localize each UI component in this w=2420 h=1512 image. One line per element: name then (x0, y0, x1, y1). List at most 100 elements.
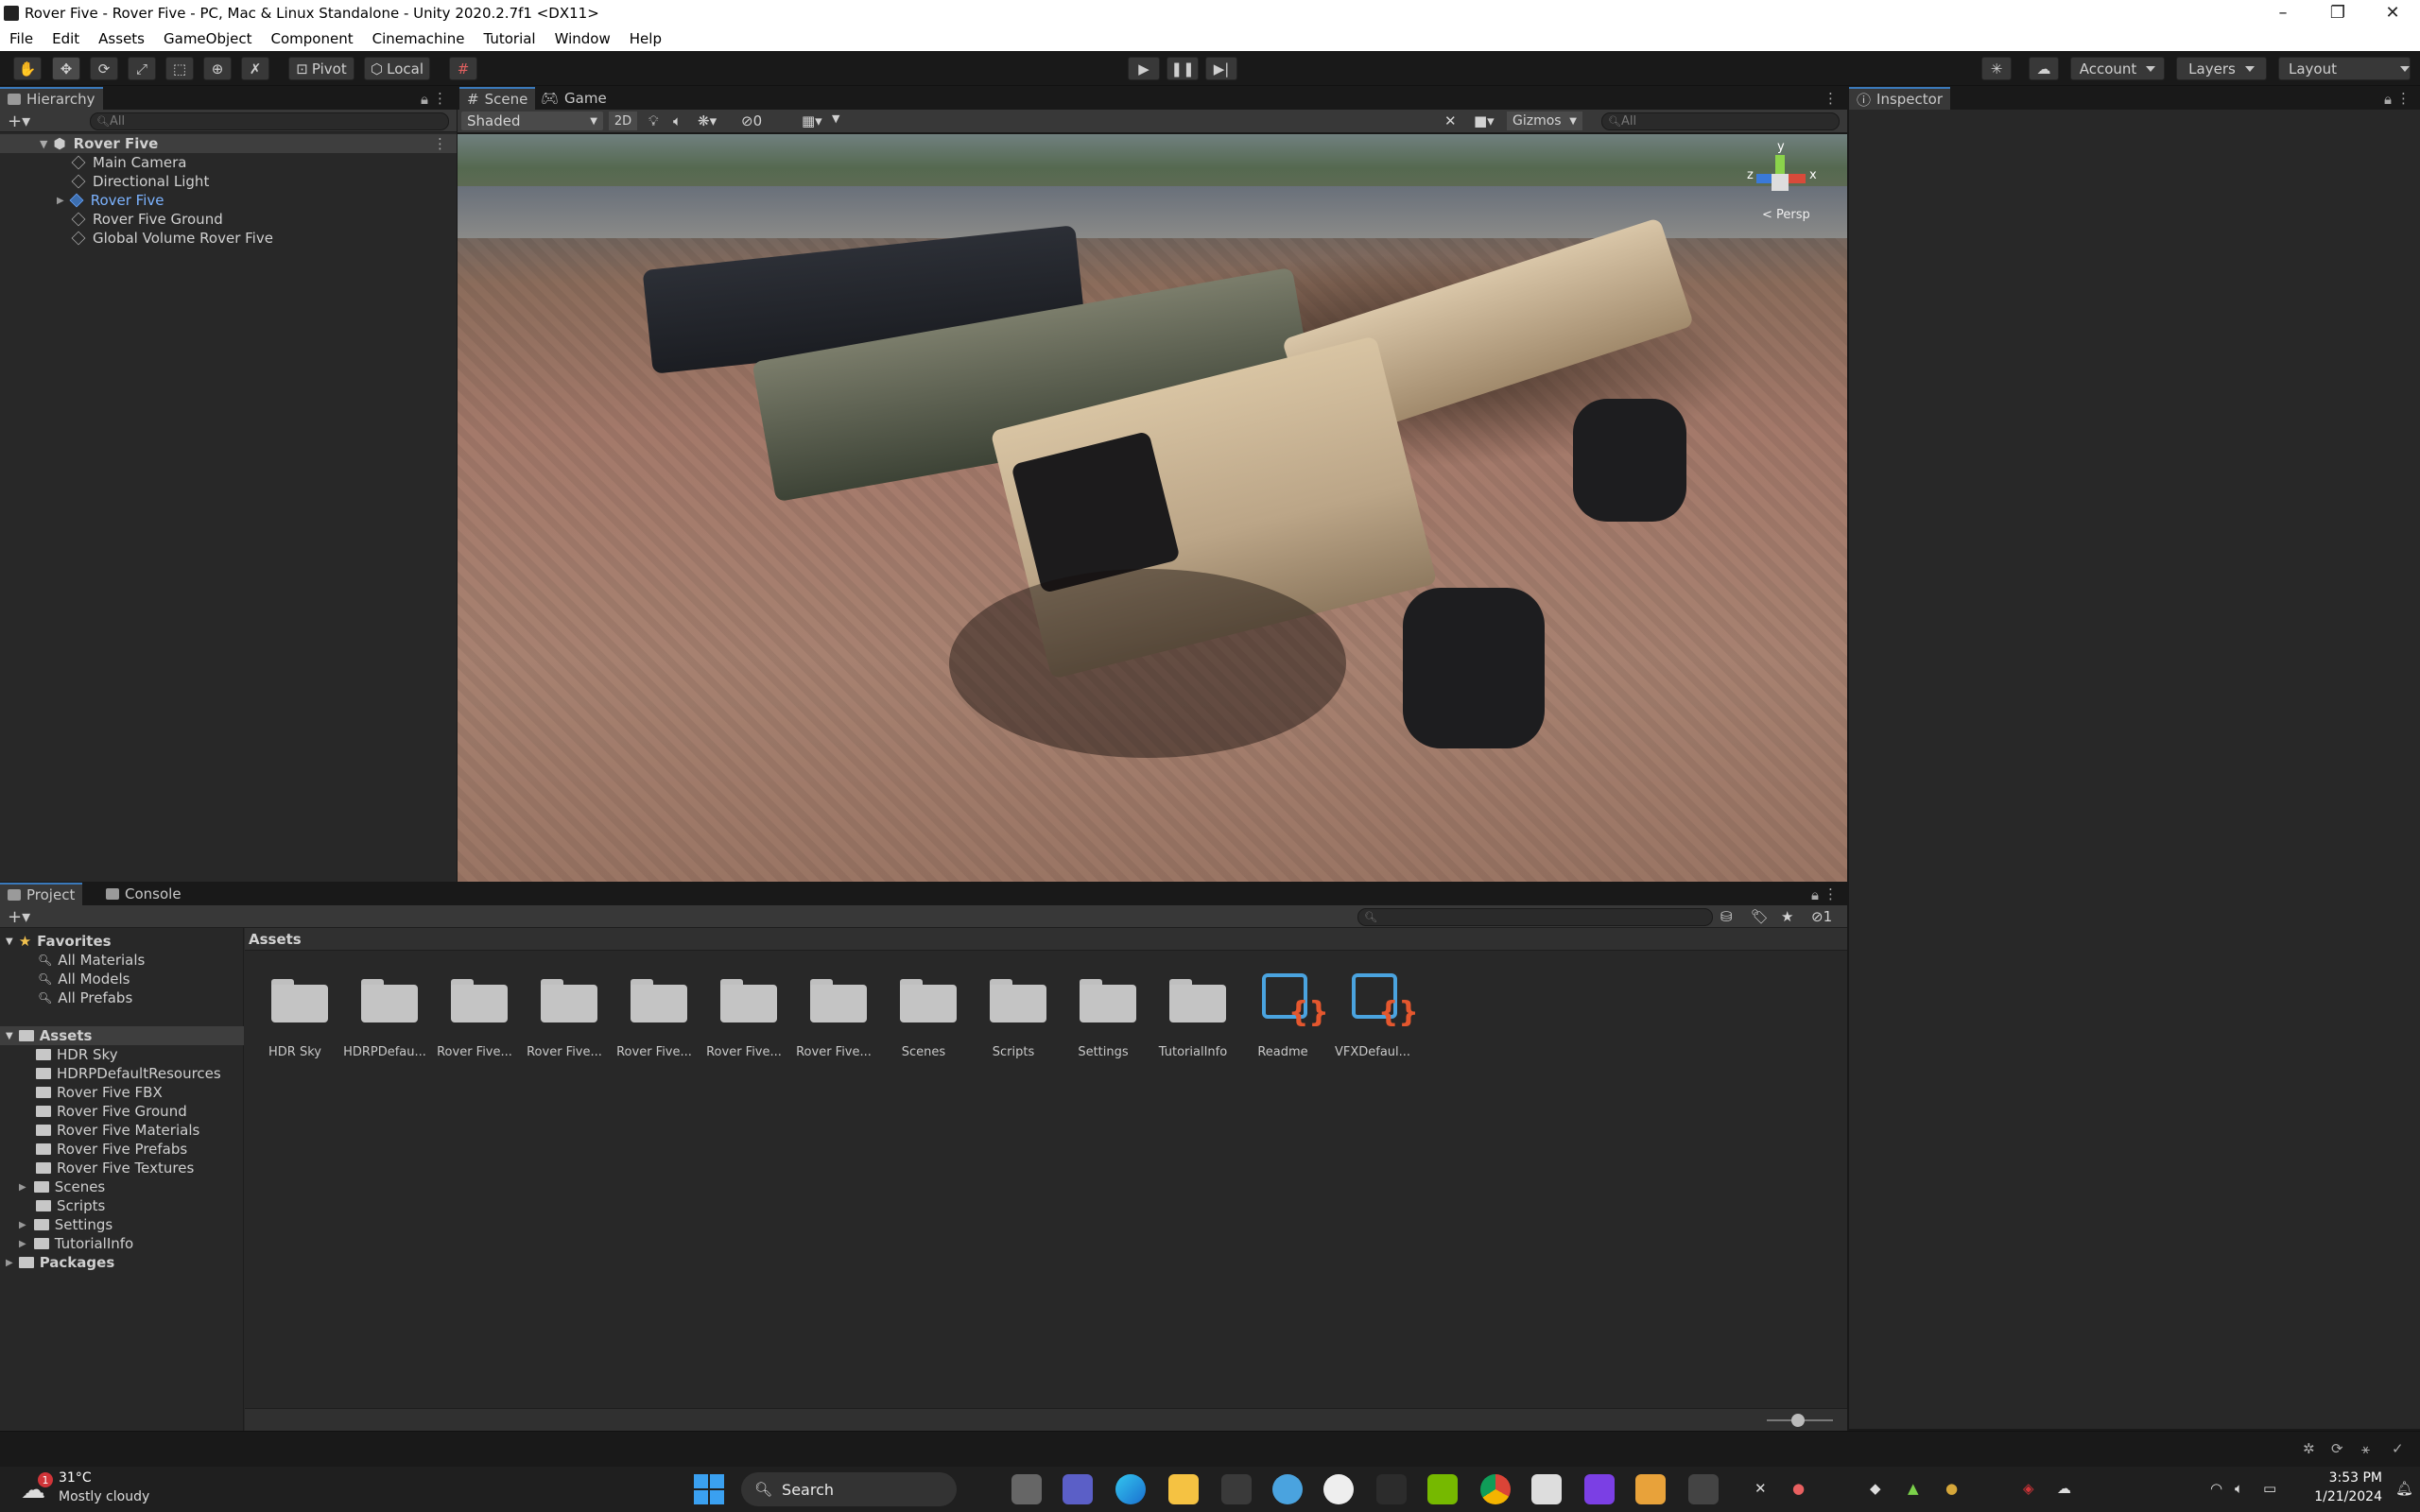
play-button[interactable]: ▶ (1128, 57, 1160, 80)
tree-folder[interactable]: Rover Five Textures (36, 1159, 194, 1177)
expand-arrow-icon[interactable]: ▼ (6, 936, 13, 947)
edge-icon[interactable] (1115, 1474, 1146, 1504)
orientation-gizmo[interactable]: y z x < Persp (1743, 140, 1828, 244)
hidden-packages-icon[interactable]: ⊘1 (1811, 908, 1832, 925)
tab-console[interactable]: Console (98, 883, 189, 905)
grid-snap-button[interactable]: # (449, 57, 477, 80)
expand-arrow-icon[interactable]: ▶ (19, 1182, 26, 1193)
camera-icon[interactable]: ■▾ (1474, 112, 1495, 129)
tree-folder[interactable]: Rover Five FBX (36, 1083, 163, 1102)
folder-icon[interactable] (808, 975, 869, 1024)
folder-icon[interactable] (718, 975, 779, 1024)
tree-folder[interactable]: ▶ TutorialInfo (19, 1234, 133, 1253)
lock-icon[interactable]: 🔒︎ (1811, 886, 1819, 903)
scene-kebab-icon[interactable]: ⋮ (1824, 90, 1838, 107)
menu-tutorial[interactable]: Tutorial (474, 30, 544, 47)
breadcrumb-assets[interactable]: Assets (249, 931, 302, 948)
script-asset-icon[interactable]: {} (1348, 970, 1419, 1036)
taskbar-search[interactable]: 🔍︎ Search (741, 1472, 957, 1506)
xbox-icon[interactable]: ✕ (1754, 1480, 1767, 1497)
tray-green-icon[interactable]: ▲ (1908, 1480, 1919, 1497)
filter-type-icon[interactable]: ⛁ (1720, 908, 1733, 925)
expand-arrow-icon[interactable]: ▼ (6, 1031, 13, 1041)
hierarchy-scene-row[interactable]: ▼ ⬢ Rover Five ⋮ (0, 134, 457, 153)
minimize-button[interactable]: – (2256, 0, 2310, 26)
pivot-toggle[interactable]: ⊡ Pivot (288, 57, 354, 80)
account-dropdown[interactable]: Account (2070, 57, 2165, 80)
hierarchy-item-rover-five-ground[interactable]: Rover Five Ground (0, 210, 457, 229)
folder-icon[interactable] (449, 975, 510, 1024)
gizmos-dropdown[interactable]: Gizmos ▼ (1507, 112, 1582, 130)
services-button[interactable]: ✳ (1981, 57, 2012, 80)
snipping-tool-icon[interactable] (1531, 1474, 1562, 1504)
expand-arrow-icon[interactable]: ▶ (57, 196, 64, 206)
tree-favorite-item[interactable]: 🔍︎ All Prefabs (38, 988, 132, 1007)
folder-icon[interactable] (1078, 975, 1138, 1024)
restore-button[interactable]: ❐ (2310, 0, 2365, 26)
tree-folder[interactable]: HDRPDefaultResources (36, 1064, 221, 1083)
task-view-icon[interactable] (1011, 1474, 1042, 1504)
tab-project[interactable]: Project (0, 883, 83, 905)
browser-icon[interactable] (1272, 1474, 1303, 1504)
lock-icon[interactable]: 🔒︎ (2384, 91, 2392, 108)
create-add-icon[interactable]: +▾ (8, 907, 30, 927)
volume-icon[interactable]: 🔈︎ (2235, 1480, 2243, 1497)
menu-edit[interactable]: Edit (43, 30, 89, 47)
file-explorer-icon[interactable] (1168, 1474, 1199, 1504)
kebab-menu-icon[interactable]: ⋮ (433, 90, 447, 107)
hidden-objects-icon[interactable]: ⊘0 (741, 112, 762, 129)
layers-dropdown[interactable]: Layers (2176, 57, 2267, 80)
folder-icon[interactable] (629, 975, 689, 1024)
tree-favorite-item[interactable]: 🔍︎ All Materials (38, 951, 145, 970)
tree-folder[interactable]: Rover Five Ground (36, 1102, 187, 1121)
tray-shield-icon[interactable]: ◈ (2023, 1480, 2034, 1497)
expand-arrow-icon[interactable]: ▶ (19, 1220, 26, 1230)
scene-menu-icon[interactable]: ⋮ (433, 135, 447, 152)
folder-icon[interactable] (1167, 975, 1228, 1024)
folder-icon[interactable] (988, 975, 1048, 1024)
clock-time[interactable]: 3:53 PM (2303, 1470, 2382, 1486)
menu-help[interactable]: Help (620, 30, 671, 47)
zoom-slider-handle[interactable] (1791, 1414, 1805, 1427)
tree-folder[interactable]: Rover Five Materials (36, 1121, 199, 1140)
dark-app-icon[interactable] (1376, 1474, 1407, 1504)
kebab-menu-icon[interactable]: ⋮ (2396, 90, 2411, 107)
project-search-input[interactable]: 🔍︎ (1357, 908, 1713, 926)
menu-file[interactable]: File (0, 30, 43, 47)
menu-cinemachine[interactable]: Cinemachine (363, 30, 475, 47)
tree-folder[interactable]: HDR Sky (36, 1045, 118, 1064)
layout-dropdown[interactable]: Layout (2278, 57, 2411, 80)
2d-toggle[interactable]: 2D (609, 112, 637, 130)
progress-icon[interactable]: ⟳ (2331, 1440, 2343, 1457)
tab-scene[interactable]: # Scene (459, 87, 536, 110)
hierarchy-item-global-volume[interactable]: Global Volume Rover Five (0, 229, 457, 248)
hierarchy-item-rover-five[interactable]: ▶ Rover Five (0, 191, 457, 210)
filter-label-icon[interactable]: 🏷︎ (1751, 908, 1769, 925)
lighting-bake-icon[interactable]: ⚹ (2361, 1440, 2370, 1457)
effects-icon[interactable]: ❋▾ (698, 112, 717, 129)
folder-icon[interactable] (269, 975, 330, 1024)
chrome-icon[interactable] (1480, 1474, 1511, 1504)
expand-arrow-icon[interactable]: ▶ (19, 1239, 26, 1249)
tree-folder[interactable]: Scripts (36, 1196, 105, 1215)
tab-inspector[interactable]: ⓘ Inspector (1849, 87, 1950, 110)
cloud-button[interactable]: ☁ (2029, 57, 2059, 80)
hierarchy-search-input[interactable]: 🔍︎ All (90, 112, 449, 130)
grid-toggle-icon[interactable]: ▦▾ (802, 112, 822, 129)
tree-folder[interactable]: Rover Five Prefabs (36, 1140, 187, 1159)
teams-chat-icon[interactable] (1063, 1474, 1093, 1504)
create-add-icon[interactable]: +▾ (8, 112, 30, 131)
tab-game[interactable]: 🎮︎ Game (533, 87, 614, 110)
tree-favorites[interactable]: ▼ ★ Favorites (6, 932, 112, 951)
favorite-star-icon[interactable]: ★ (1781, 908, 1793, 925)
tray-app-icon[interactable]: ● (1792, 1480, 1805, 1497)
hand-tool-button[interactable]: ✋ (13, 57, 42, 80)
folder-icon[interactable] (359, 975, 420, 1024)
clock-date[interactable]: 1/21/2024 (2293, 1489, 2382, 1504)
scene-viewport[interactable]: y z x < Persp (458, 134, 1847, 882)
nvidia-icon[interactable] (1427, 1474, 1458, 1504)
tray-chrome-icon[interactable]: ● (1945, 1480, 1958, 1497)
menu-gameobject[interactable]: GameObject (154, 30, 262, 47)
shading-mode-dropdown[interactable]: Shaded ▼ (461, 112, 603, 130)
sublime-icon[interactable] (1635, 1474, 1666, 1504)
